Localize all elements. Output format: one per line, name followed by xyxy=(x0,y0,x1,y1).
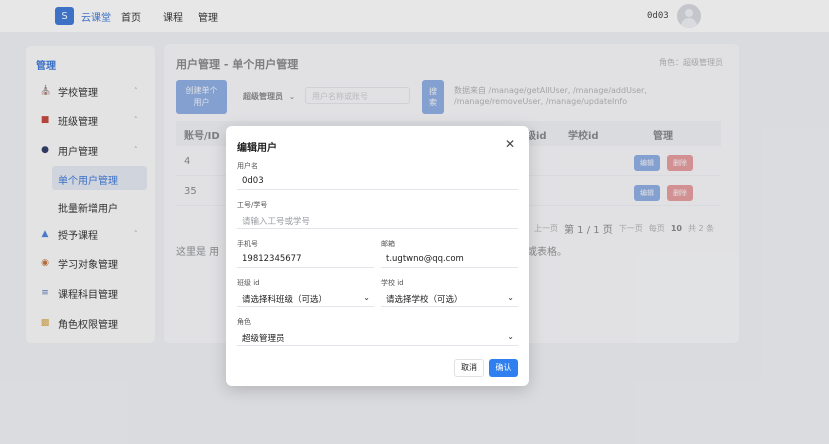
username-label: 用户名 xyxy=(237,162,258,170)
role-value: 超级管理员 xyxy=(242,334,285,344)
workno-field[interactable]: 请输入工号或学号 xyxy=(237,211,518,229)
phone-field[interactable]: 19812345677 xyxy=(237,250,374,268)
class-id-value: 请选择科班级（可选） xyxy=(242,295,328,305)
role-select[interactable]: 超级管理员 ⌄ xyxy=(237,328,518,346)
workno-label: 工号/学号 xyxy=(237,201,268,209)
school-id-value: 请选择学校（可选） xyxy=(386,295,463,305)
chevron-down-icon: ⌄ xyxy=(507,332,514,341)
class-id-select[interactable]: 请选择科班级（可选） ⌄ xyxy=(237,289,374,307)
dialog-title: 编辑用户 xyxy=(237,143,277,154)
role-label: 角色 xyxy=(237,318,251,326)
cancel-button[interactable]: 取消 xyxy=(454,359,484,377)
school-id-label: 学校 id xyxy=(381,279,404,287)
class-id-label: 班级 id xyxy=(237,279,260,287)
chevron-down-icon: ⌄ xyxy=(363,293,370,302)
school-id-select[interactable]: 请选择学校（可选） ⌄ xyxy=(381,289,518,307)
username-field[interactable]: 0d03 xyxy=(237,172,518,190)
edit-user-dialog: 编辑用户 ✕ 用户名 0d03 工号/学号 请输入工号或学号 手机号 19812… xyxy=(226,126,529,386)
phone-label: 手机号 xyxy=(237,240,258,248)
confirm-button[interactable]: 确认 xyxy=(489,359,518,377)
email-field[interactable]: t.ugtwno@qq.com xyxy=(381,250,518,268)
chevron-down-icon: ⌄ xyxy=(507,293,514,302)
close-icon[interactable]: ✕ xyxy=(505,138,515,150)
email-label: 邮箱 xyxy=(381,240,395,248)
